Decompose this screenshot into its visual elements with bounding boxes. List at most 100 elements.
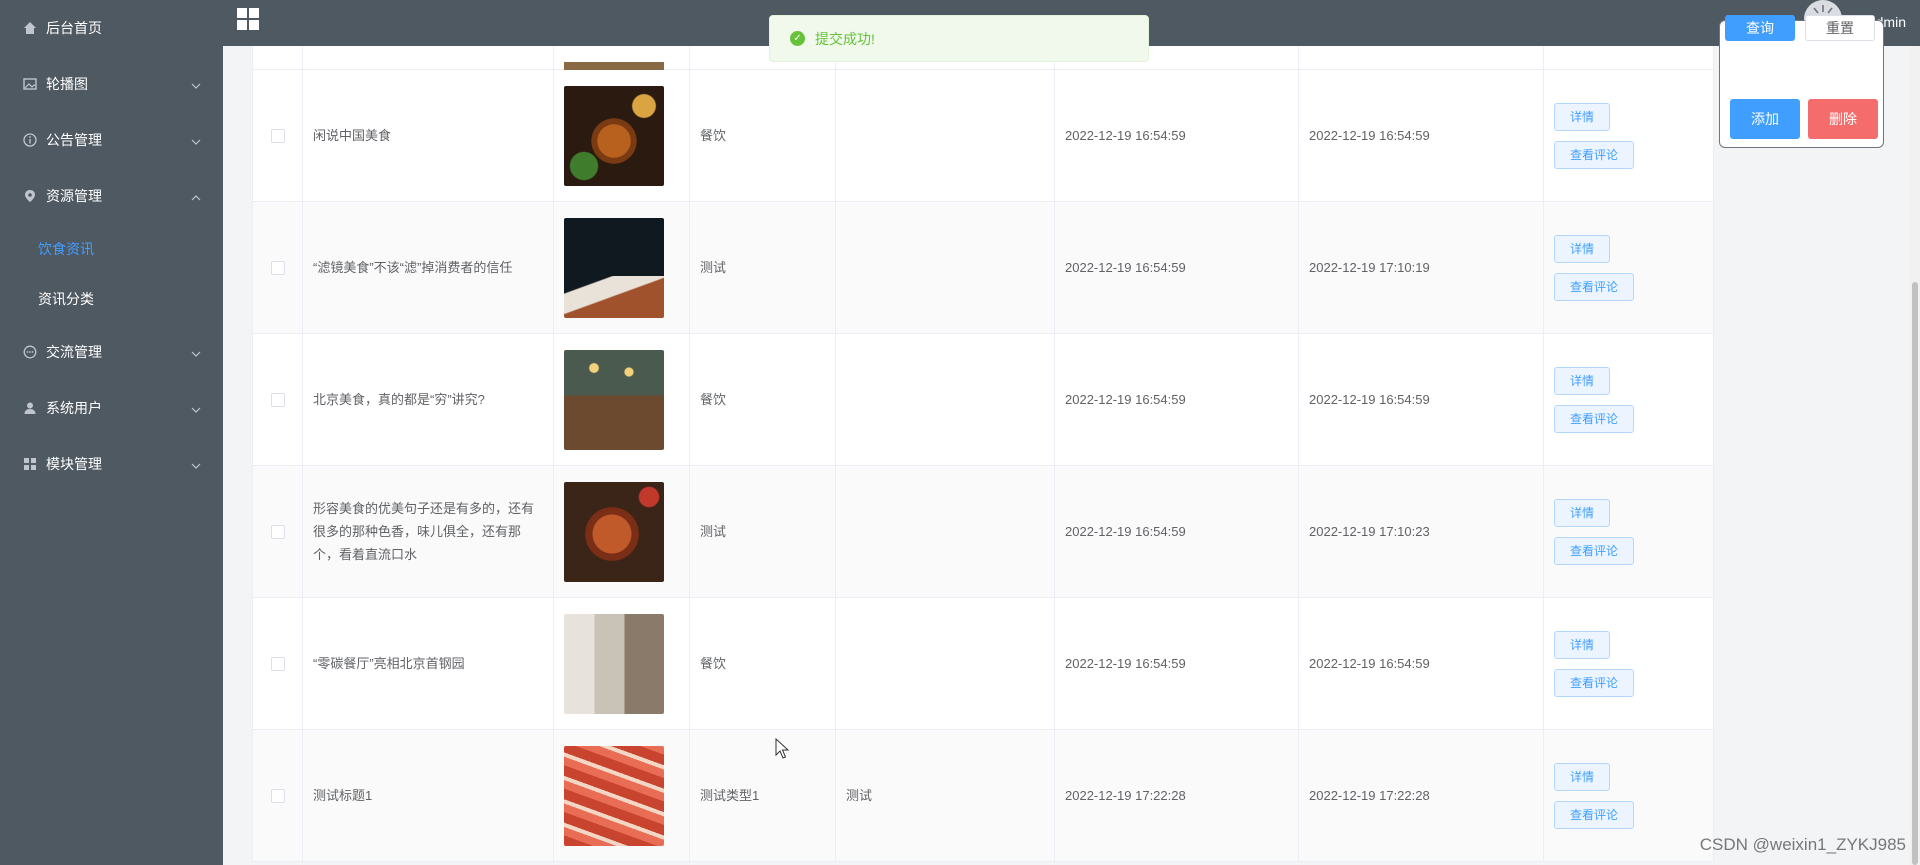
cell-type: 餐饮 (690, 70, 836, 201)
sidebar-item-label: 交流管理 (46, 344, 102, 360)
sidebar-item-carousel[interactable]: 轮播图 (0, 56, 223, 112)
sidebar-item-modules[interactable]: 模块管理 (0, 436, 223, 492)
detail-button[interactable]: 详情 (1554, 102, 1611, 131)
sidebar-item-label: 系统用户 (46, 400, 102, 416)
chevron-down-icon (191, 456, 201, 472)
row-checkbox[interactable] (270, 788, 285, 803)
cell-title: “滤镜美食”不该“滤”掉消费者的信任 (303, 202, 554, 333)
view-comments-button[interactable]: 查看评论 (1554, 140, 1635, 169)
cell-extra: 测试 (836, 730, 1055, 861)
food-thumbnail (564, 745, 664, 846)
view-comments-button[interactable]: 查看评论 (1554, 536, 1635, 565)
cell-type: 测试 (690, 202, 836, 333)
cell-created: 2022-12-19 17:22:28 (1055, 730, 1299, 861)
sidebar-item-label: 资源管理 (46, 188, 102, 204)
detail-button[interactable]: 详情 (1554, 366, 1611, 395)
table-row: 闲说中国美食 餐饮 2022-12-19 16:54:59 2022-12-19… (253, 70, 1714, 202)
check-circle-icon: ✓ (790, 31, 805, 46)
success-toast: ✓ 提交成功! (769, 15, 1149, 62)
reset-button[interactable]: 重置 (1805, 15, 1875, 41)
sidebar-subitem-news-category[interactable]: 资讯分类 (0, 274, 223, 324)
view-comments-button[interactable]: 查看评论 (1554, 668, 1635, 697)
table-row: 测试标题1 测试类型1 测试 2022-12-19 17:22:28 2022-… (253, 730, 1714, 862)
thumbnail-partial (564, 61, 664, 70)
table-row: “滤镜美食”不该“滤”掉消费者的信任 测试 2022-12-19 16:54:5… (253, 202, 1714, 334)
sidebar-item-notice[interactable]: 公告管理 (0, 112, 223, 168)
scrollbar-thumb[interactable] (1912, 282, 1918, 865)
row-checkbox[interactable] (270, 260, 285, 275)
detail-button[interactable]: 详情 (1554, 498, 1611, 527)
sidebar-item-label: 后台首页 (46, 20, 102, 36)
cell-type: 测试类型1 (690, 730, 836, 861)
grid-icon (22, 456, 38, 472)
cell-updated: 2022-12-19 16:54:59 (1299, 334, 1544, 465)
detail-button[interactable]: 详情 (1554, 234, 1611, 263)
add-button[interactable]: 添加 (1730, 99, 1800, 139)
chevron-down-icon (191, 400, 201, 416)
cell-extra (836, 202, 1055, 333)
cell-title: “零碳餐厅”亮相北京首钢园 (303, 598, 554, 729)
view-comments-button[interactable]: 查看评论 (1554, 404, 1635, 433)
chevron-up-icon (191, 188, 201, 204)
cell-created: 2022-12-19 16:54:59 (1055, 70, 1299, 201)
cell-created: 2022-12-19 16:54:59 (1055, 334, 1299, 465)
mouse-cursor-icon (775, 737, 791, 760)
cell-type: 餐饮 (690, 598, 836, 729)
location-icon (22, 188, 38, 204)
cell-type: 测试 (690, 466, 836, 597)
chat-icon (22, 344, 38, 360)
food-thumbnail (564, 349, 664, 450)
cell-updated: 2022-12-19 16:54:59 (1299, 598, 1544, 729)
detail-button[interactable]: 详情 (1554, 762, 1611, 791)
cell-title: 北京美食，真的都是“穷”讲究? (303, 334, 554, 465)
watermark: CSDN @weixin1_ZYKJ985 (1699, 835, 1906, 854)
image-icon (22, 76, 38, 92)
table-row: 形容美食的优美句子还是有多的，还有很多的那种色香，味儿俱全，还有那个，看着直流口… (253, 466, 1714, 598)
food-thumbnail (564, 217, 664, 318)
table-row: 北京美食，真的都是“穷”讲究? 餐饮 2022-12-19 16:54:59 2… (253, 334, 1714, 466)
cell-extra (836, 70, 1055, 201)
sidebar-item-resources[interactable]: 资源管理 (0, 168, 223, 224)
delete-button[interactable]: 删除 (1808, 99, 1878, 139)
chevron-down-icon (191, 76, 201, 92)
row-checkbox[interactable] (270, 128, 285, 143)
sidebar-item-label: 模块管理 (46, 456, 102, 472)
food-thumbnail (564, 481, 664, 582)
cell-extra (836, 334, 1055, 465)
view-comments-button[interactable]: 查看评论 (1554, 272, 1635, 301)
cell-type: 餐饮 (690, 334, 836, 465)
user-icon (22, 400, 38, 416)
sidebar-item-label: 公告管理 (46, 132, 102, 148)
food-thumbnail (564, 613, 664, 714)
sidebar-subitem-food-news[interactable]: 饮食资讯 (0, 224, 223, 274)
cell-title: 形容美食的优美句子还是有多的，还有很多的那种色香，味儿俱全，还有那个，看着直流口… (303, 466, 554, 597)
action-panel: 查询 重置 添加 删除 (1719, 15, 1884, 148)
data-table: 闲说中国美食 餐饮 2022-12-19 16:54:59 2022-12-19… (252, 46, 1714, 862)
cell-extra (836, 466, 1055, 597)
table-row: “零碳餐厅”亮相北京首钢园 餐饮 2022-12-19 16:54:59 202… (253, 598, 1714, 730)
home-icon (22, 20, 38, 36)
chevron-down-icon (191, 344, 201, 360)
sidebar-item-system-users[interactable]: 系统用户 (0, 380, 223, 436)
sidebar-item-label: 轮播图 (46, 76, 88, 92)
vertical-scrollbar[interactable] (1910, 46, 1920, 865)
chevron-down-icon (191, 132, 201, 148)
row-checkbox[interactable] (270, 524, 285, 539)
query-button[interactable]: 查询 (1725, 15, 1795, 41)
sidebar-item-home[interactable]: 后台首页 (0, 0, 223, 56)
cell-extra (836, 598, 1055, 729)
info-icon (22, 132, 38, 148)
cell-updated: 2022-12-19 17:10:23 (1299, 466, 1544, 597)
detail-button[interactable]: 详情 (1554, 630, 1611, 659)
menu-toggle-icon[interactable] (237, 8, 259, 30)
cell-created: 2022-12-19 16:54:59 (1055, 202, 1299, 333)
toast-message: 提交成功! (815, 30, 875, 47)
sidebar-item-communication[interactable]: 交流管理 (0, 324, 223, 380)
row-checkbox[interactable] (270, 392, 285, 407)
cell-title: 测试标题1 (303, 730, 554, 861)
food-thumbnail (564, 85, 664, 186)
cell-created: 2022-12-19 16:54:59 (1055, 466, 1299, 597)
view-comments-button[interactable]: 查看评论 (1554, 800, 1635, 829)
cell-updated: 2022-12-19 17:10:19 (1299, 202, 1544, 333)
row-checkbox[interactable] (270, 656, 285, 671)
